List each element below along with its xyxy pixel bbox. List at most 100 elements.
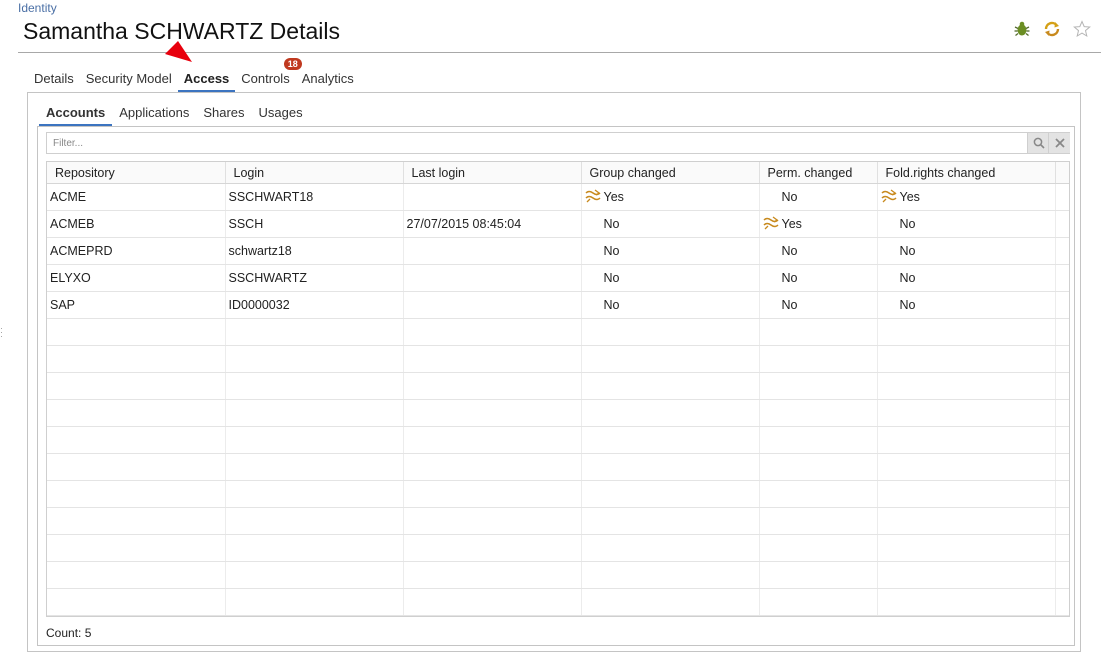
empty-cell bbox=[403, 507, 582, 535]
cell-login: schwartz18 bbox=[225, 237, 404, 265]
cell-text: Yes bbox=[603, 189, 624, 204]
cell-login: SSCHWARTZ bbox=[225, 264, 404, 292]
empty-cell bbox=[225, 372, 404, 400]
empty-cell bbox=[581, 534, 760, 562]
cell-filler bbox=[1055, 210, 1069, 238]
empty-cell bbox=[877, 345, 1056, 373]
row-count: Count: 5 bbox=[46, 626, 92, 640]
column-header-perm-changed[interactable]: Perm. changed bbox=[759, 162, 878, 184]
tab-controls[interactable]: Controls 18 bbox=[235, 58, 302, 92]
empty-cell bbox=[759, 480, 878, 508]
table-row[interactable]: SAP ID0000032 No No No bbox=[47, 291, 1069, 319]
empty-cell bbox=[759, 561, 878, 589]
tab-controls-label: Controls bbox=[241, 71, 290, 86]
empty-cell bbox=[759, 453, 878, 481]
empty-cell bbox=[581, 318, 760, 346]
empty-cell bbox=[581, 345, 760, 373]
column-header-login[interactable]: Login bbox=[225, 162, 404, 184]
subtab-accounts[interactable]: Accounts bbox=[39, 104, 113, 126]
subtab-shares[interactable]: Shares bbox=[196, 104, 251, 126]
tab-details[interactable]: Details bbox=[28, 70, 80, 92]
empty-cell bbox=[581, 588, 760, 616]
empty-cell bbox=[47, 399, 226, 427]
empty-cell bbox=[877, 480, 1056, 508]
empty-cell bbox=[403, 480, 582, 508]
breadcrumb[interactable]: Identity bbox=[18, 1, 57, 15]
cell-text: ACME bbox=[50, 190, 87, 204]
cell-group-changed: No bbox=[581, 291, 760, 319]
cell-perm-changed: No bbox=[759, 237, 878, 265]
empty-cell bbox=[1055, 372, 1069, 400]
empty-row bbox=[47, 453, 1069, 481]
sync-icon[interactable] bbox=[1043, 20, 1061, 38]
tab-access[interactable]: Access bbox=[177, 70, 236, 92]
empty-cell bbox=[47, 318, 226, 346]
cell-perm-changed: Yes bbox=[759, 210, 878, 238]
cell-text: 27/07/2015 08:45:04 bbox=[406, 217, 522, 231]
column-header-repository[interactable]: Repository bbox=[47, 162, 226, 184]
column-header-group-changed[interactable]: Group changed bbox=[581, 162, 760, 184]
cell-text: Yes bbox=[899, 189, 920, 204]
empty-cell bbox=[47, 480, 226, 508]
empty-cell bbox=[225, 399, 404, 427]
cell-text: ACMEB bbox=[50, 217, 95, 231]
empty-row bbox=[47, 345, 1069, 373]
cell-text: schwartz18 bbox=[228, 244, 292, 258]
cell-text: ID0000032 bbox=[228, 298, 290, 312]
cell-login: ID0000032 bbox=[225, 291, 404, 319]
cell-filler bbox=[1055, 291, 1069, 319]
table-row[interactable]: ACME SSCHWART18 Yes No Yes bbox=[47, 183, 1069, 211]
empty-cell bbox=[1055, 588, 1069, 616]
empty-cell bbox=[225, 534, 404, 562]
cell-fold-rights-changed: Yes bbox=[877, 183, 1056, 211]
cell-text: No bbox=[781, 271, 798, 285]
empty-cell bbox=[877, 426, 1056, 454]
empty-cell bbox=[47, 426, 226, 454]
cell-filler bbox=[1055, 183, 1069, 211]
empty-cell bbox=[47, 507, 226, 535]
empty-cell bbox=[759, 534, 878, 562]
empty-cell bbox=[877, 318, 1056, 346]
cell-text: SSCHWARTZ bbox=[228, 271, 307, 285]
empty-cell bbox=[759, 318, 878, 346]
empty-cell bbox=[47, 372, 226, 400]
cell-text: No bbox=[781, 244, 798, 258]
empty-cell bbox=[403, 453, 582, 481]
cell-last-login bbox=[403, 237, 582, 265]
empty-cell bbox=[225, 426, 404, 454]
table-row[interactable]: ELYXO SSCHWARTZ No No No bbox=[47, 264, 1069, 292]
empty-cell bbox=[581, 399, 760, 427]
star-icon[interactable] bbox=[1073, 20, 1091, 38]
table-row[interactable]: ACMEB SSCH 27/07/2015 08:45:04 No Yes No bbox=[47, 210, 1069, 238]
change-icon bbox=[584, 188, 602, 206]
cell-filler bbox=[1055, 264, 1069, 292]
tab-analytics[interactable]: Analytics bbox=[296, 70, 360, 92]
clear-filter-icon[interactable] bbox=[1048, 133, 1070, 153]
resize-handle-icon[interactable]: · · · bbox=[0, 324, 3, 341]
empty-cell bbox=[759, 345, 878, 373]
empty-cell bbox=[47, 345, 226, 373]
table-row[interactable]: ACMEPRD schwartz18 No No No bbox=[47, 237, 1069, 265]
tab-security-model[interactable]: Security Model bbox=[80, 70, 178, 92]
empty-cell bbox=[225, 318, 404, 346]
column-header-fold-rights-changed[interactable]: Fold.rights changed bbox=[877, 162, 1056, 184]
empty-cell bbox=[759, 507, 878, 535]
cell-perm-changed: No bbox=[759, 264, 878, 292]
filter-input[interactable] bbox=[47, 133, 1037, 153]
subtab-applications[interactable]: Applications bbox=[112, 104, 196, 126]
cell-fold-rights-changed: No bbox=[877, 210, 1056, 238]
bug-icon[interactable] bbox=[1013, 20, 1031, 38]
empty-cell bbox=[403, 534, 582, 562]
cell-group-changed: No bbox=[581, 237, 760, 265]
cell-text: No bbox=[781, 298, 798, 312]
search-icon[interactable] bbox=[1027, 133, 1049, 153]
empty-cell bbox=[47, 534, 226, 562]
empty-cell bbox=[759, 399, 878, 427]
subtab-usages[interactable]: Usages bbox=[252, 104, 310, 126]
empty-cell bbox=[225, 507, 404, 535]
column-header-last-login[interactable]: Last login bbox=[403, 162, 582, 184]
cell-text: No bbox=[603, 244, 620, 258]
cell-text: SAP bbox=[50, 298, 76, 312]
empty-cell bbox=[581, 480, 760, 508]
empty-cell bbox=[1055, 561, 1069, 589]
